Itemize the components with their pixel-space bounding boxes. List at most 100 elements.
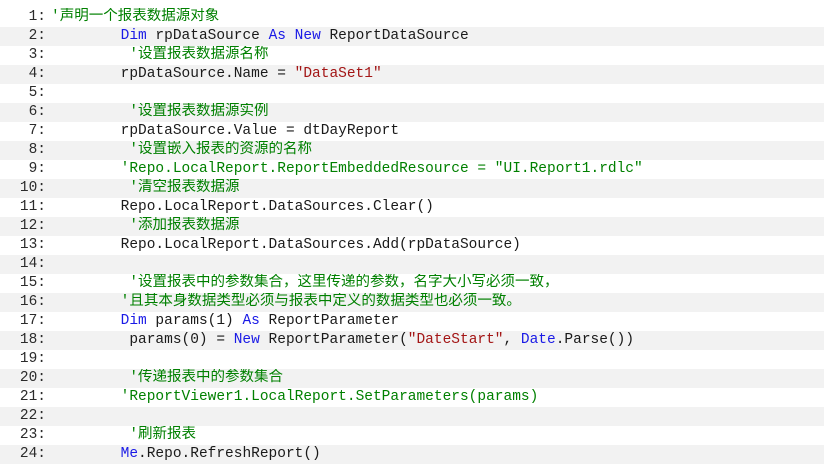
line-code: Repo.LocalReport.DataSources.Add(rpDataS…	[51, 236, 521, 255]
line-number: 12:	[19, 218, 46, 234]
line-code: '设置报表数据源名称	[51, 46, 269, 65]
line-number: 3:	[28, 47, 46, 63]
code-line: 7: rpDataSource.Value = dtDayReport	[0, 122, 824, 141]
line-number: 4:	[28, 66, 46, 82]
code-line: 5:	[0, 84, 824, 103]
line-number: 21:	[19, 389, 46, 405]
keyword-token: Me	[120, 446, 139, 462]
line-code: '设置报表数据源实例	[51, 103, 269, 122]
line-code: Dim rpDataSource As New ReportDataSource	[51, 27, 469, 46]
line-code: '清空报表数据源	[51, 179, 240, 198]
code-line: 1: '声明一个报表数据源对象	[0, 8, 824, 27]
code-token: rpDataSource.Name =	[51, 66, 295, 82]
line-number: 22:	[19, 408, 46, 424]
code-line: 8: '设置嵌入报表的资源的名称	[0, 141, 824, 160]
code-token: ReportDataSource	[320, 28, 469, 44]
line-code: '设置嵌入报表的资源的名称	[51, 141, 312, 160]
keyword-token: Date	[520, 332, 556, 348]
code-line: 4: rpDataSource.Name = "DataSet1"	[0, 65, 824, 84]
keyword-token: Dim	[120, 313, 147, 329]
line-number: 10:	[19, 180, 46, 196]
comment-token: '声明一个报表数据源对象	[51, 9, 220, 25]
line-number: 15:	[19, 275, 46, 291]
line-number: 13:	[19, 237, 46, 253]
code-token: rpDataSource	[146, 28, 269, 44]
comment-token: '添加报表数据源	[129, 218, 240, 234]
comment-token: '设置报表中的参数集合，这里传递的参数，名字大小写必须一致，	[129, 275, 559, 291]
code-line: 2: Dim rpDataSource As New ReportDataSou…	[0, 27, 824, 46]
code-line: 24: Me.Repo.RefreshReport()	[0, 445, 824, 464]
code-line: 23: '刷新报表	[0, 426, 824, 445]
keyword-token: New	[294, 28, 321, 44]
code-line: 22:	[0, 407, 824, 426]
code-line: 13: Repo.LocalReport.DataSources.Add(rpD…	[0, 236, 824, 255]
line-code: '刷新报表	[51, 426, 196, 445]
code-line: 21: 'ReportViewer1.LocalReport.SetParame…	[0, 388, 824, 407]
line-number: 9:	[28, 161, 46, 177]
code-line: 9: 'Repo.LocalReport.ReportEmbeddedResou…	[0, 160, 824, 179]
line-code: '声明一个报表数据源对象	[51, 8, 219, 27]
line-number: 16:	[19, 294, 46, 310]
code-token: ReportParameter(	[259, 332, 408, 348]
line-code: Dim params(1) As ReportParameter	[51, 312, 399, 331]
line-number: 11:	[19, 199, 46, 215]
code-line: 19:	[0, 350, 824, 369]
line-number: 5:	[28, 85, 46, 101]
comment-token: '刷新报表	[129, 427, 197, 443]
line-number: 24:	[19, 446, 46, 462]
code-token: ,	[503, 332, 521, 348]
line-number: 20:	[19, 370, 46, 386]
line-code: '且其本身数据类型必须与报表中定义的数据类型也必须一致。	[51, 293, 521, 312]
comment-token: '传递报表中的参数集合	[129, 370, 284, 386]
line-code: '添加报表数据源	[51, 217, 240, 236]
line-code: rpDataSource.Name = "DataSet1"	[51, 65, 382, 84]
code-token: rpDataSource.Value = dtDayReport	[51, 123, 400, 139]
code-line: 15: '设置报表中的参数集合，这里传递的参数，名字大小写必须一致，	[0, 274, 824, 293]
line-number: 2:	[28, 28, 46, 44]
code-line: 18: params(0) = New ReportParameter("Dat…	[0, 331, 824, 350]
line-code: '传递报表中的参数集合	[51, 369, 283, 388]
code-line: 3: '设置报表数据源名称	[0, 46, 824, 65]
comment-token: '清空报表数据源	[129, 180, 240, 196]
keyword-token: Dim	[120, 28, 147, 44]
comment-token: 'ReportViewer1.LocalReport.SetParameters…	[120, 389, 539, 405]
line-number: 8:	[28, 142, 46, 158]
code-token: Repo.LocalReport.DataSources.Add(rpDataS…	[51, 237, 521, 253]
keyword-token: As	[242, 313, 260, 329]
line-number: 1:	[28, 9, 46, 25]
comment-token: '设置报表数据源实例	[129, 104, 269, 120]
line-number: 6:	[28, 104, 46, 120]
code-token: ReportParameter	[259, 313, 400, 329]
code-line: 17: Dim params(1) As ReportParameter	[0, 312, 824, 331]
line-number: 7:	[28, 123, 46, 139]
line-number: 14:	[19, 256, 46, 272]
code-line: 11: Repo.LocalReport.DataSources.Clear()	[0, 198, 824, 217]
line-number: 18:	[19, 332, 46, 348]
line-code: Repo.LocalReport.DataSources.Clear()	[51, 198, 434, 217]
comment-token: '且其本身数据类型必须与报表中定义的数据类型也必须一致。	[120, 294, 521, 310]
code-line: 20: '传递报表中的参数集合	[0, 369, 824, 388]
string-token: "DataSet1"	[294, 66, 382, 82]
code-line: 14:	[0, 255, 824, 274]
code-line: 10: '清空报表数据源	[0, 179, 824, 198]
line-number: 17:	[19, 313, 46, 329]
line-number: 19:	[19, 351, 46, 367]
code-token: Repo.LocalReport.DataSources.Clear()	[51, 199, 434, 215]
code-token: params(0) =	[51, 332, 234, 348]
comment-token: '设置报表数据源名称	[129, 47, 269, 63]
code-line: 6: '设置报表数据源实例	[0, 103, 824, 122]
line-code: Me.Repo.RefreshReport()	[51, 445, 321, 464]
code-token: .Repo.RefreshReport()	[138, 446, 321, 462]
code-line: 12: '添加报表数据源	[0, 217, 824, 236]
